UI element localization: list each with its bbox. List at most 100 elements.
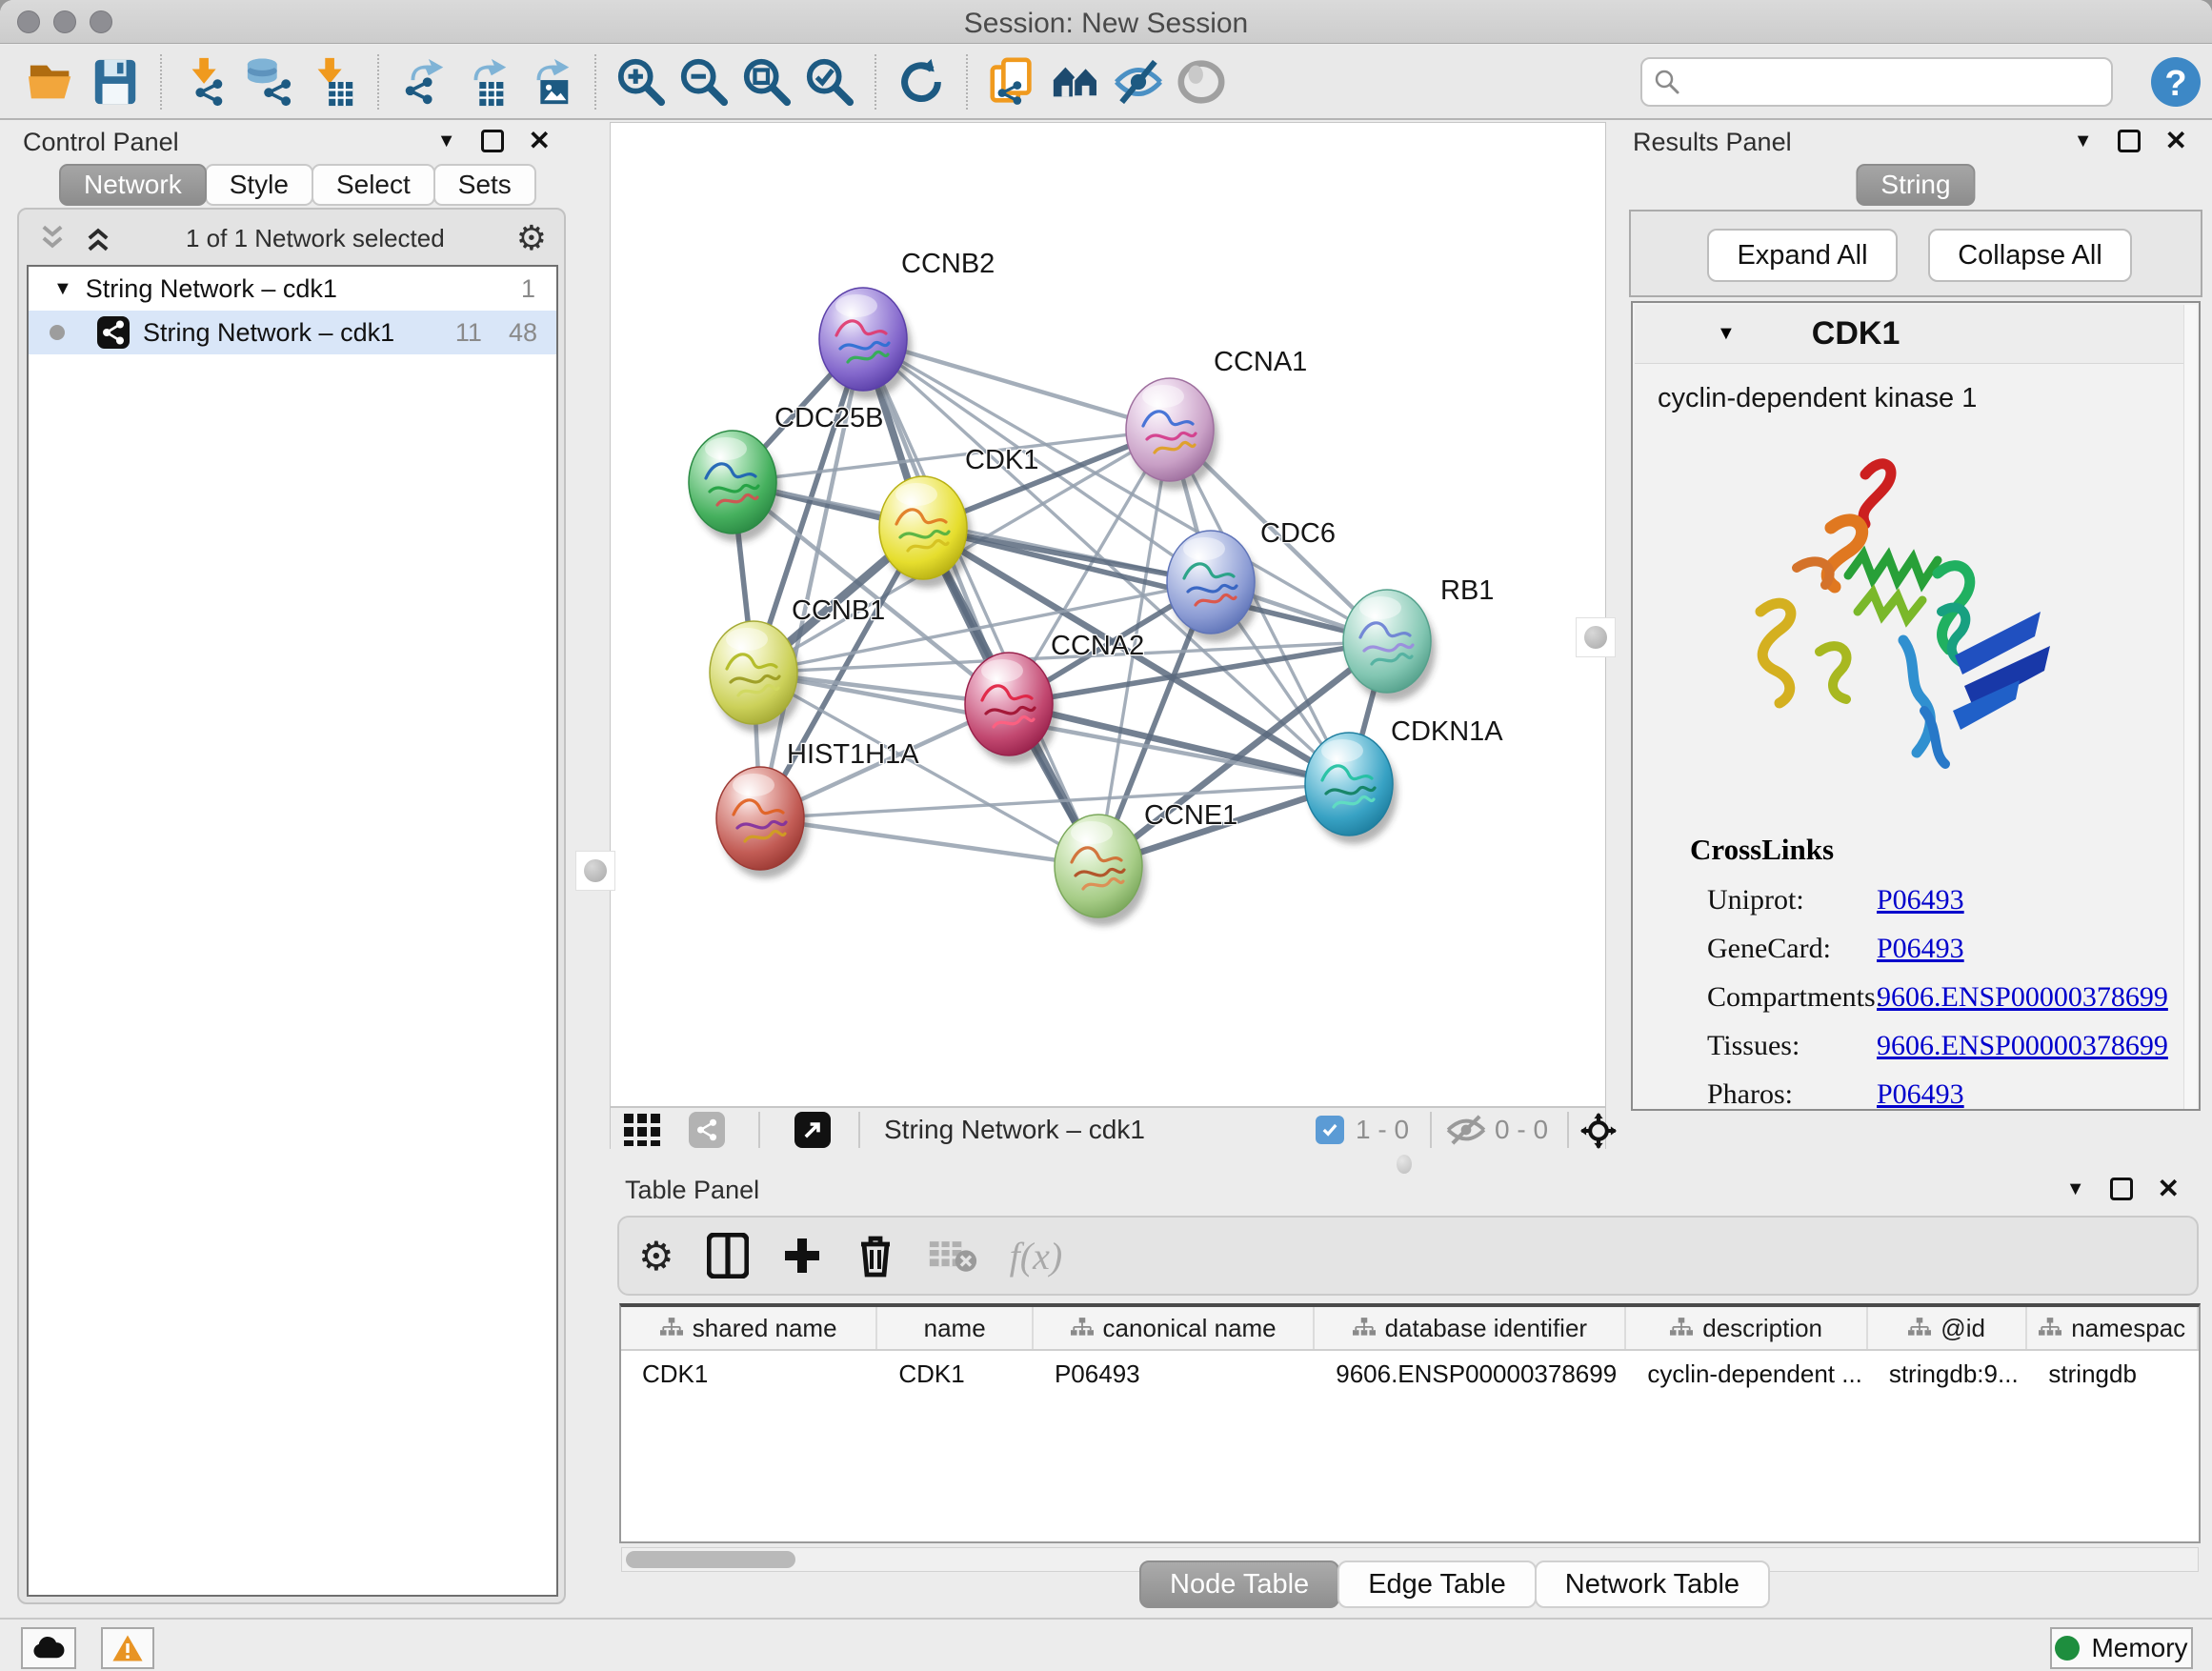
tab-node-table[interactable]: Node Table: [1139, 1560, 1339, 1608]
bottom-splitter-handle[interactable]: [1397, 1155, 1412, 1174]
clone-network-button[interactable]: [981, 52, 1044, 111]
export-network-button[interactable]: [392, 52, 455, 111]
zoom-in-button[interactable]: [610, 52, 673, 111]
tree-caret-icon[interactable]: ▼: [53, 278, 72, 300]
zoom-fit-button[interactable]: [735, 52, 798, 111]
float-panel-icon[interactable]: [481, 130, 504, 152]
results-scrollbar[interactable]: [2183, 305, 2197, 1111]
cell-5[interactable]: stringdb:9...: [1868, 1351, 2028, 1397]
tab-string[interactable]: String: [1856, 164, 1975, 206]
left-splitter-handle[interactable]: [575, 851, 615, 891]
import-table-button[interactable]: [301, 52, 364, 111]
cell-1[interactable]: CDK1: [877, 1351, 1034, 1397]
hide-selected-icon: [1113, 56, 1164, 108]
crosslink-link[interactable]: P06493: [1877, 884, 1964, 916]
close-panel-icon[interactable]: ✕: [2165, 130, 2187, 152]
tab-sets[interactable]: Sets: [433, 164, 536, 206]
import-network-icon: [181, 56, 232, 108]
column-header-shared-name[interactable]: shared name: [621, 1307, 877, 1349]
gear-icon[interactable]: ⚙: [516, 219, 547, 258]
gear-icon[interactable]: ⚙: [638, 1233, 674, 1279]
network-canvas[interactable]: CCNB2CCNA1CDC25BCDK1CDC6RB1CCNB1CCNA2CDK…: [610, 122, 1606, 1149]
close-panel-icon[interactable]: ✕: [2158, 1178, 2180, 1200]
search-input[interactable]: [1640, 57, 2113, 107]
hide-selected-button[interactable]: [1107, 52, 1170, 111]
node-RB1[interactable]: [1343, 590, 1436, 701]
grid-view-icon[interactable]: [624, 1114, 668, 1146]
cell-4[interactable]: cyclin-dependent ...: [1626, 1351, 1867, 1397]
tab-select[interactable]: Select: [312, 164, 435, 206]
node-CCNA1[interactable]: [1126, 378, 1218, 490]
memory-button[interactable]: Memory: [2050, 1627, 2193, 1669]
cell-0[interactable]: CDK1: [621, 1351, 877, 1397]
export-table-button[interactable]: [455, 52, 518, 111]
network-view[interactable]: CCNB2CCNA1CDC25BCDK1CDC6RB1CCNB1CCNA2CDK…: [611, 123, 1605, 1104]
expand-all-button[interactable]: Expand All: [1707, 229, 1898, 282]
add-column-icon[interactable]: [781, 1235, 823, 1277]
refresh-button[interactable]: [890, 52, 953, 111]
column-header-database-identifier[interactable]: database identifier: [1315, 1307, 1626, 1349]
show-all-button[interactable]: [1170, 52, 1233, 111]
column-header-namespac[interactable]: namespac: [2027, 1307, 2199, 1349]
crosslink-link[interactable]: P06493: [1877, 933, 1964, 965]
cell-3[interactable]: 9606.ENSP00000378699: [1315, 1351, 1626, 1397]
node-CDC6[interactable]: [1167, 531, 1259, 642]
expand-all-icon[interactable]: [82, 222, 114, 254]
first-neighbors-button[interactable]: [1044, 52, 1107, 111]
collapse-all-button[interactable]: Collapse All: [1928, 229, 2132, 282]
node-CCNE1[interactable]: [1055, 815, 1147, 926]
column-header-name[interactable]: name: [877, 1307, 1034, 1349]
delete-column-icon[interactable]: [855, 1233, 895, 1278]
columns-icon[interactable]: [707, 1233, 749, 1278]
import-database-button[interactable]: [238, 52, 301, 111]
panel-menu-icon[interactable]: ▼: [2074, 131, 2093, 152]
gene-section-header[interactable]: ▼ CDK1: [1635, 305, 2185, 364]
crosslink-row: Pharos: P06493: [1690, 1078, 2185, 1111]
scrollbar-thumb[interactable]: [626, 1551, 795, 1568]
zoom-out-button[interactable]: [673, 52, 735, 111]
cell-6[interactable]: stringdb: [2027, 1351, 2199, 1397]
close-panel-icon[interactable]: ✕: [529, 130, 551, 152]
selected-checkbox-icon[interactable]: [1316, 1116, 1344, 1144]
node-CCNB2[interactable]: [819, 288, 912, 399]
node-CDKN1A[interactable]: [1305, 733, 1398, 844]
import-network-button[interactable]: [175, 52, 238, 111]
table-row[interactable]: CDK1CDK1P064939606.ENSP00000378699cyclin…: [621, 1351, 2199, 1397]
float-panel-icon[interactable]: [2110, 1178, 2133, 1200]
edge-count: 48: [509, 318, 537, 348]
panel-menu-icon[interactable]: ▼: [437, 131, 456, 152]
section-caret-icon[interactable]: ▼: [1717, 323, 1736, 345]
crosslink-link[interactable]: 9606.ENSP00000378699: [1877, 1030, 2168, 1062]
warning-button[interactable]: [101, 1627, 154, 1669]
tab-edge-table[interactable]: Edge Table: [1337, 1560, 1537, 1608]
hidden-eye-icon[interactable]: [1445, 1115, 1487, 1145]
export-image-button[interactable]: [518, 52, 581, 111]
tab-network[interactable]: Network: [59, 164, 207, 206]
tab-network-table[interactable]: Network Table: [1535, 1560, 1770, 1608]
column-header-canonical-name[interactable]: canonical name: [1034, 1307, 1315, 1349]
open-session-button[interactable]: [21, 52, 84, 111]
column-header-description[interactable]: description: [1626, 1307, 1867, 1349]
toolbar-separator: [594, 54, 596, 110]
crosslink-link[interactable]: 9606.ENSP00000378699: [1877, 981, 2168, 1014]
tab-style[interactable]: Style: [205, 164, 313, 206]
network-row[interactable]: String Network – cdk1 11 48: [29, 311, 556, 354]
help-button[interactable]: ?: [2149, 55, 2202, 113]
cell-2[interactable]: P06493: [1034, 1351, 1315, 1397]
node-HIST1H1A[interactable]: [716, 767, 809, 878]
right-splitter-handle[interactable]: [1576, 617, 1616, 657]
open-in-window-icon[interactable]: [794, 1112, 831, 1148]
node-CDK1[interactable]: [879, 476, 972, 588]
birds-eye-view-icon[interactable]: [1580, 1113, 1617, 1149]
node-CCNA2[interactable]: [965, 653, 1057, 764]
panel-menu-icon[interactable]: ▼: [2066, 1178, 2085, 1200]
save-session-button[interactable]: [84, 52, 147, 111]
collapse-all-icon[interactable]: [36, 222, 69, 254]
column-header-@id[interactable]: @id: [1868, 1307, 2028, 1349]
float-panel-icon[interactable]: [2118, 130, 2141, 152]
crosslink-link[interactable]: P06493: [1877, 1078, 1964, 1111]
share-view-icon[interactable]: [689, 1112, 725, 1148]
zoom-selected-button[interactable]: [798, 52, 861, 111]
cloud-button[interactable]: [21, 1627, 76, 1669]
network-collection-row[interactable]: ▼ String Network – cdk1 1: [29, 267, 556, 311]
